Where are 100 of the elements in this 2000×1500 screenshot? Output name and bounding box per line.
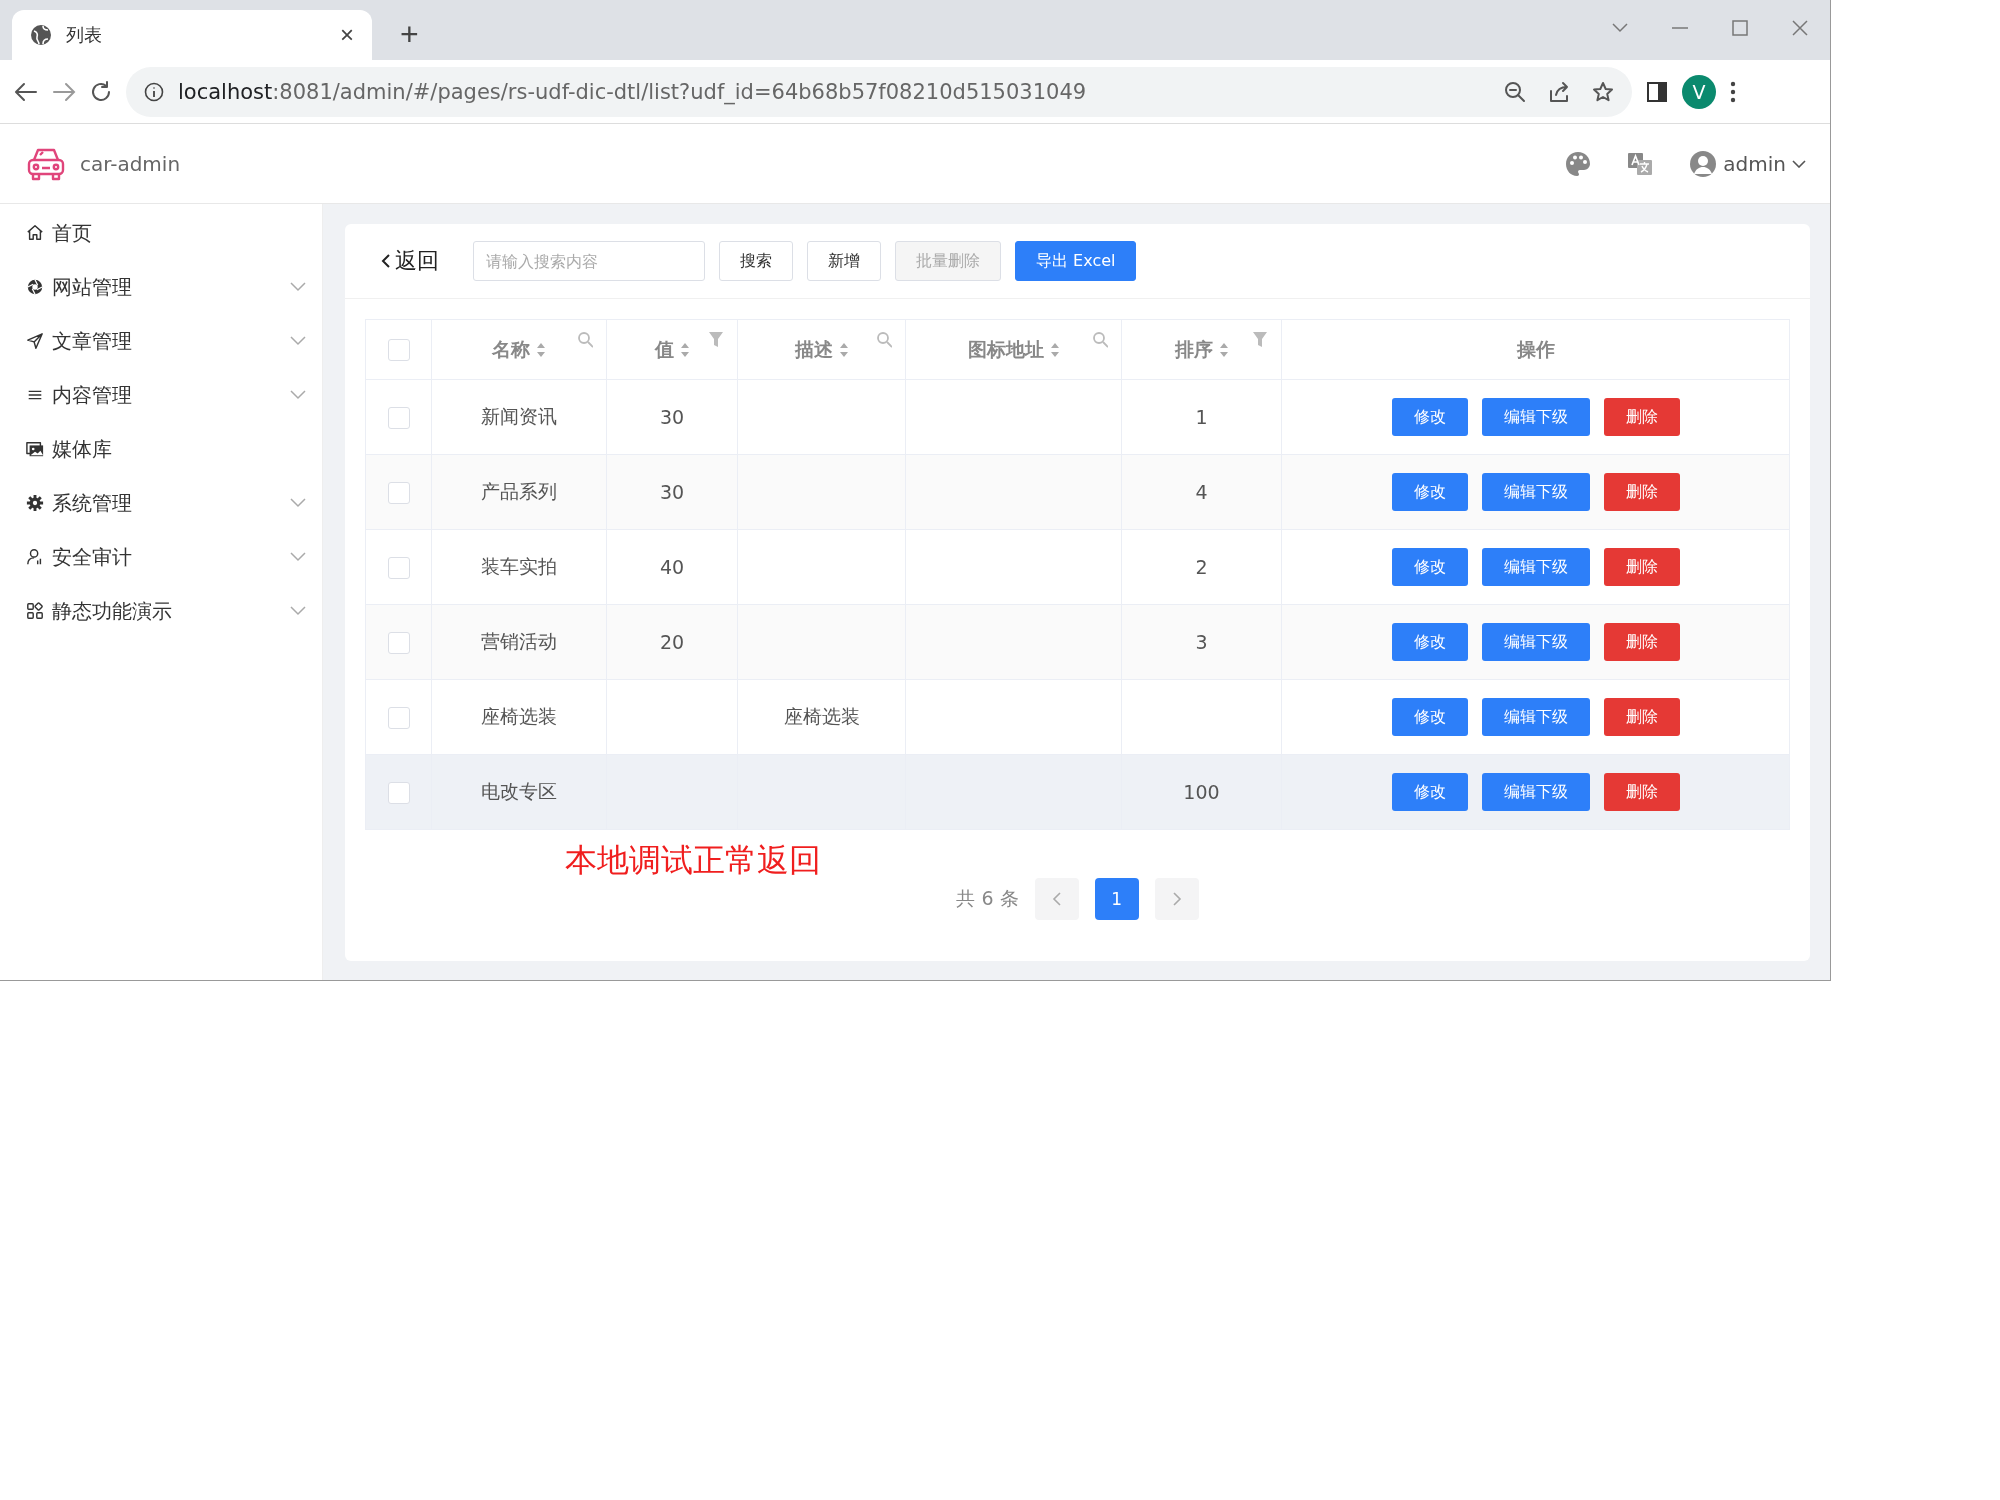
close-tab-button[interactable]: × — [336, 21, 358, 49]
grid-icon — [26, 602, 44, 620]
gear-icon — [26, 494, 44, 512]
side-panel-icon[interactable] — [1646, 80, 1668, 103]
url-text: localhost:8081/admin/#/pages/rs-udf-dic-dtl/list?udf_id=64b68b57f08210d515031049 — [178, 79, 1088, 104]
row-action-button[interactable]: 修改 — [1391, 623, 1468, 661]
toolbar-button[interactable]: 搜索 — [719, 241, 793, 281]
maximize-icon[interactable] — [1732, 20, 1748, 36]
row-action-button[interactable]: 删除 — [1603, 473, 1680, 511]
sort-icon[interactable] — [1218, 341, 1229, 358]
sidebar-item[interactable]: 文章管理 — [0, 314, 322, 368]
user-menu[interactable]: admin — [1689, 149, 1806, 178]
chevron-down-icon — [290, 390, 306, 400]
caret-icon — [1792, 159, 1806, 168]
row-action-button[interactable]: 编辑下级 — [1481, 548, 1590, 586]
row-action-button[interactable]: 删除 — [1603, 773, 1680, 811]
sidebar-item[interactable]: 内容管理 — [0, 368, 322, 422]
forward-arrow-icon[interactable] — [52, 81, 76, 102]
filter-icon[interactable] — [1252, 330, 1268, 348]
row-action-button[interactable]: 编辑下级 — [1481, 698, 1590, 736]
search-field[interactable]: 请输入搜索内容 — [473, 241, 705, 281]
row-action-button[interactable]: 修改 — [1391, 773, 1468, 811]
reload-icon[interactable] — [90, 80, 112, 103]
table-cell: 新闻资讯 — [481, 405, 557, 427]
sort-icon[interactable] — [1049, 341, 1060, 358]
table-cell: 20 — [659, 631, 685, 653]
user-avatar-icon — [1689, 149, 1718, 178]
table-cell: 30 — [659, 481, 685, 503]
search-icon[interactable] — [876, 330, 892, 348]
sort-icon[interactable] — [679, 341, 690, 358]
chevron-down-icon — [290, 336, 306, 346]
row-action-button[interactable]: 删除 — [1603, 548, 1680, 586]
chevron-down-icon[interactable] — [1612, 23, 1628, 33]
row-action-button[interactable]: 编辑下级 — [1481, 773, 1590, 811]
info-icon — [144, 81, 164, 102]
column-header[interactable]: 描述 — [737, 319, 906, 380]
sort-icon[interactable] — [536, 341, 546, 358]
row-checkbox[interactable] — [387, 631, 410, 654]
column-header[interactable]: 图标地址 — [905, 319, 1122, 380]
sidebar-item[interactable]: 媒体库 — [0, 422, 322, 476]
profile-avatar[interactable]: V — [1682, 74, 1716, 109]
table-cell: 4 — [1195, 481, 1208, 503]
column-header[interactable]: 名称 — [431, 319, 607, 380]
back-arrow-icon[interactable] — [14, 81, 38, 102]
star-icon[interactable] — [1592, 80, 1614, 103]
new-tab-button[interactable]: + — [394, 15, 425, 54]
row-checkbox[interactable] — [387, 406, 410, 429]
table-cell: 100 — [1183, 781, 1220, 803]
row-checkbox[interactable] — [387, 556, 410, 579]
row-action-button[interactable]: 编辑下级 — [1481, 473, 1590, 511]
select-all-checkbox[interactable] — [387, 339, 410, 362]
filter-icon[interactable] — [708, 330, 724, 348]
brand-name: car-admin — [80, 151, 181, 176]
chevron-left-icon — [381, 253, 391, 269]
column-header[interactable]: 排序 — [1121, 319, 1282, 380]
sort-icon[interactable] — [838, 341, 849, 358]
share-icon[interactable] — [1548, 80, 1570, 103]
toolbar-button[interactable]: 导出 Excel — [1015, 241, 1137, 281]
chevron-down-icon — [290, 282, 306, 292]
row-checkbox[interactable] — [387, 781, 410, 804]
column-header[interactable]: 操作 — [1281, 319, 1790, 380]
search-icon[interactable] — [1092, 330, 1108, 348]
table-cell: 1 — [1195, 406, 1208, 428]
table-cell: 40 — [659, 556, 685, 578]
translate-icon[interactable] — [1627, 151, 1654, 176]
back-link[interactable]: 返回 — [375, 245, 445, 277]
total-count: 共 6 条 — [956, 886, 1019, 911]
sidebar-item[interactable]: 安全审计 — [0, 530, 322, 584]
palette-icon[interactable] — [1565, 150, 1592, 177]
column-header[interactable]: 值 — [606, 319, 738, 380]
page-button[interactable]: 1 — [1094, 878, 1139, 920]
row-checkbox[interactable] — [387, 706, 410, 729]
row-action-button[interactable]: 删除 — [1603, 623, 1680, 661]
home-icon — [26, 224, 44, 242]
sidebar-item[interactable]: 系统管理 — [0, 476, 322, 530]
row-checkbox[interactable] — [387, 481, 410, 504]
row-action-button[interactable]: 删除 — [1603, 698, 1680, 736]
debug-note: 本地调试正常返回 — [565, 844, 822, 876]
more-menu-icon[interactable] — [1730, 80, 1736, 103]
zoom-out-icon[interactable] — [1504, 80, 1526, 103]
row-action-button[interactable]: 修改 — [1391, 398, 1468, 436]
close-icon[interactable] — [1792, 20, 1808, 36]
sidebar-item[interactable]: 网站管理 — [0, 260, 322, 314]
row-action-button[interactable]: 编辑下级 — [1481, 398, 1590, 436]
sidebar-item[interactable]: 静态功能演示 — [0, 584, 322, 638]
row-action-button[interactable]: 修改 — [1391, 698, 1468, 736]
send-icon — [26, 332, 44, 350]
search-icon[interactable] — [577, 330, 593, 348]
table-cell: 产品系列 — [481, 480, 557, 502]
row-action-button[interactable]: 编辑下级 — [1481, 623, 1590, 661]
row-action-button[interactable]: 删除 — [1603, 398, 1680, 436]
sidebar-item[interactable]: 首页 — [0, 206, 322, 260]
table-cell: 30 — [659, 406, 685, 428]
row-action-button[interactable]: 修改 — [1391, 548, 1468, 586]
table-cell: 座椅选装 — [783, 705, 860, 727]
browser-tab[interactable]: 列表 × — [12, 10, 372, 60]
chevron-down-icon — [290, 498, 306, 508]
address-bar[interactable]: localhost:8081/admin/#/pages/rs-udf-dic-dtl/list?udf_id=64b68b57f08210d515031049 — [126, 66, 1632, 117]
row-action-button[interactable]: 修改 — [1391, 473, 1468, 511]
toolbar-button[interactable]: 新增 — [807, 241, 881, 281]
